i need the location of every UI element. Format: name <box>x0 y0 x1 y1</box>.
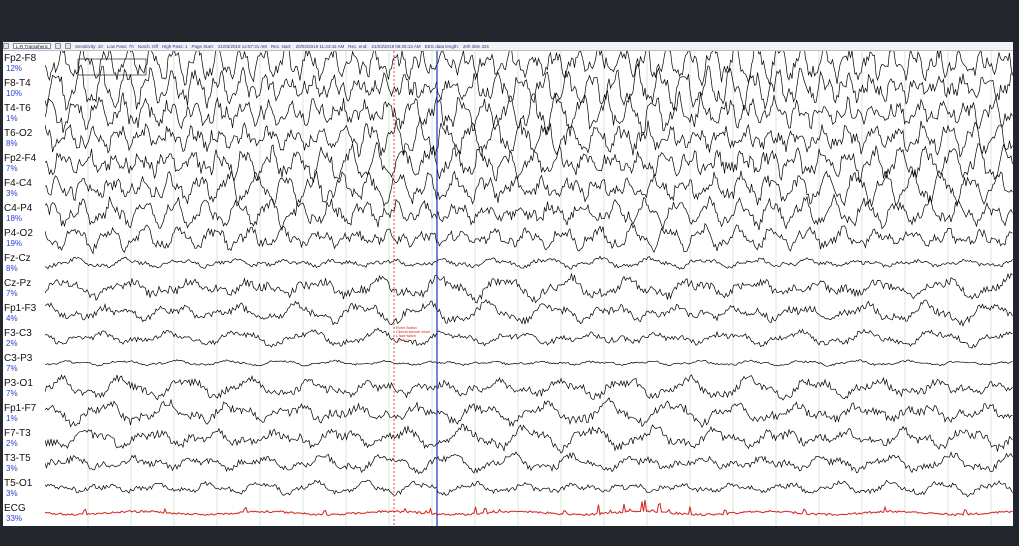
eeg-trace-fp1-f7 <box>45 397 1013 428</box>
channel-label[interactable]: Fp2-F8 <box>4 54 36 64</box>
rec-end-label: Rec. end: <box>348 43 368 49</box>
channel-label[interactable]: P3-O1 <box>4 379 33 389</box>
channel-percent: 19% <box>6 239 23 248</box>
channel-percent: 7% <box>6 289 18 298</box>
channel-label[interactable]: Fp2-F4 <box>4 154 36 164</box>
channel-label[interactable]: T5-O1 <box>4 479 32 489</box>
eeg-traces-area[interactable] <box>45 51 1013 526</box>
channel-label[interactable]: Fp1-F3 <box>4 304 36 314</box>
play-icon[interactable] <box>55 43 61 49</box>
eeg-viewer-window: L-R Transpheric Sensitivity: 10 Low Pass… <box>3 42 1013 526</box>
channel-percent: 3% <box>6 489 18 498</box>
channel-label[interactable]: F7-T3 <box>4 429 31 439</box>
channel-label[interactable]: Fz-Cz <box>4 254 31 264</box>
montage-select[interactable]: L-R Transpheric <box>13 43 51 49</box>
channel-label[interactable]: P4-O2 <box>4 229 33 239</box>
rec-end-value: 21/03/2019 08:25:13 AM <box>371 43 421 49</box>
data-length-value: 20h 38m 32s <box>462 43 489 49</box>
channel-percent: 7% <box>6 364 18 373</box>
eeg-trace-t5-o1 <box>45 479 1013 498</box>
eeg-trace-fp2-f4 <box>45 141 1013 183</box>
channel-percent: 1% <box>6 414 18 423</box>
montage-menu-icon[interactable] <box>3 43 9 49</box>
notch-setting[interactable]: Notch: Off <box>138 44 158 49</box>
eeg-trace-fp1-f3 <box>45 298 1013 328</box>
channel-label[interactable]: T4-T6 <box>4 104 31 114</box>
channel-percent: 2% <box>6 339 18 348</box>
annotation-line: ??? ??? <box>396 338 409 343</box>
channel-label[interactable]: F3-C3 <box>4 329 32 339</box>
channel-label[interactable]: C4-P4 <box>4 204 32 214</box>
low-pass-setting[interactable]: Low Pass: 70 <box>107 44 134 49</box>
page-start-value: 21/03/2019 14:57:31 AM <box>218 43 268 49</box>
eeg-trace-f8-t4 <box>45 63 1013 111</box>
channel-labels-column: Fp2-F8 12% F8-T4 10% T4-T6 1% T6-O2 8% Fp2-F4 7% F… <box>3 51 45 526</box>
channel-percent: 12% <box>6 64 23 73</box>
channel-label[interactable]: T6-O2 <box>4 129 32 139</box>
eeg-trace-f4-c4 <box>45 169 1013 208</box>
data-length-label: EEG data length: <box>424 43 459 49</box>
eeg-trace-f7-t3 <box>45 423 1013 454</box>
eeg-trace-fz-cz <box>45 255 1013 270</box>
eeg-trace-t6-o2 <box>45 113 1013 158</box>
eeg-trace-p4-o2 <box>45 222 1013 255</box>
channel-label[interactable]: F8-T4 <box>4 79 31 89</box>
channel-percent: 4% <box>6 314 18 323</box>
eeg-trace-c4-p4 <box>45 193 1013 231</box>
high-pass-setting[interactable]: High Pass: 1 <box>162 44 188 49</box>
page-start-label: Page Start: <box>191 43 214 49</box>
eeg-trace-ecg <box>45 499 1013 517</box>
channel-percent: 7% <box>6 389 18 398</box>
channel-percent: 33% <box>6 514 23 523</box>
channel-percent: 10% <box>6 89 23 98</box>
eeg-trace-cz-pz <box>45 272 1013 304</box>
sensitivity-setting[interactable]: Sensitivity: 10 <box>75 44 103 49</box>
seizure-annotation[interactable]: Event Button Clinical seizure onset L fa… <box>396 326 432 343</box>
channel-label[interactable]: F4-C4 <box>4 179 32 189</box>
channel-label[interactable]: Fp1-F7 <box>4 404 36 414</box>
channel-label[interactable]: Cz-Pz <box>4 279 31 289</box>
channel-label[interactable]: C3-P3 <box>4 354 32 364</box>
eeg-trace-fp2-f8 <box>45 51 1013 87</box>
channel-percent: 2% <box>6 439 18 448</box>
channel-percent: 7% <box>6 164 18 173</box>
eeg-trace-c3-p3 <box>45 359 1013 367</box>
rec-start-value: 20/03/2019 11:44:42 AM <box>295 43 345 49</box>
eeg-trace-t3-t5 <box>45 451 1013 475</box>
eeg-trace-p3-o1 <box>45 374 1013 401</box>
channel-percent: 18% <box>6 214 23 223</box>
channel-percent: 1% <box>6 114 18 123</box>
rec-start-label: Rec. start: <box>271 43 292 49</box>
channel-percent: 3% <box>6 464 18 473</box>
channel-label[interactable]: ECG <box>4 504 26 514</box>
channel-percent: 8% <box>6 139 18 148</box>
eeg-trace-f3-c3 <box>45 327 1013 349</box>
channel-percent: 8% <box>6 264 18 273</box>
eeg-toolbar: L-R Transpheric Sensitivity: 10 Low Pass… <box>3 42 1013 51</box>
channel-percent: 3% <box>6 189 18 198</box>
channel-label[interactable]: T3-T5 <box>4 454 31 464</box>
settings-icon[interactable] <box>65 43 71 49</box>
